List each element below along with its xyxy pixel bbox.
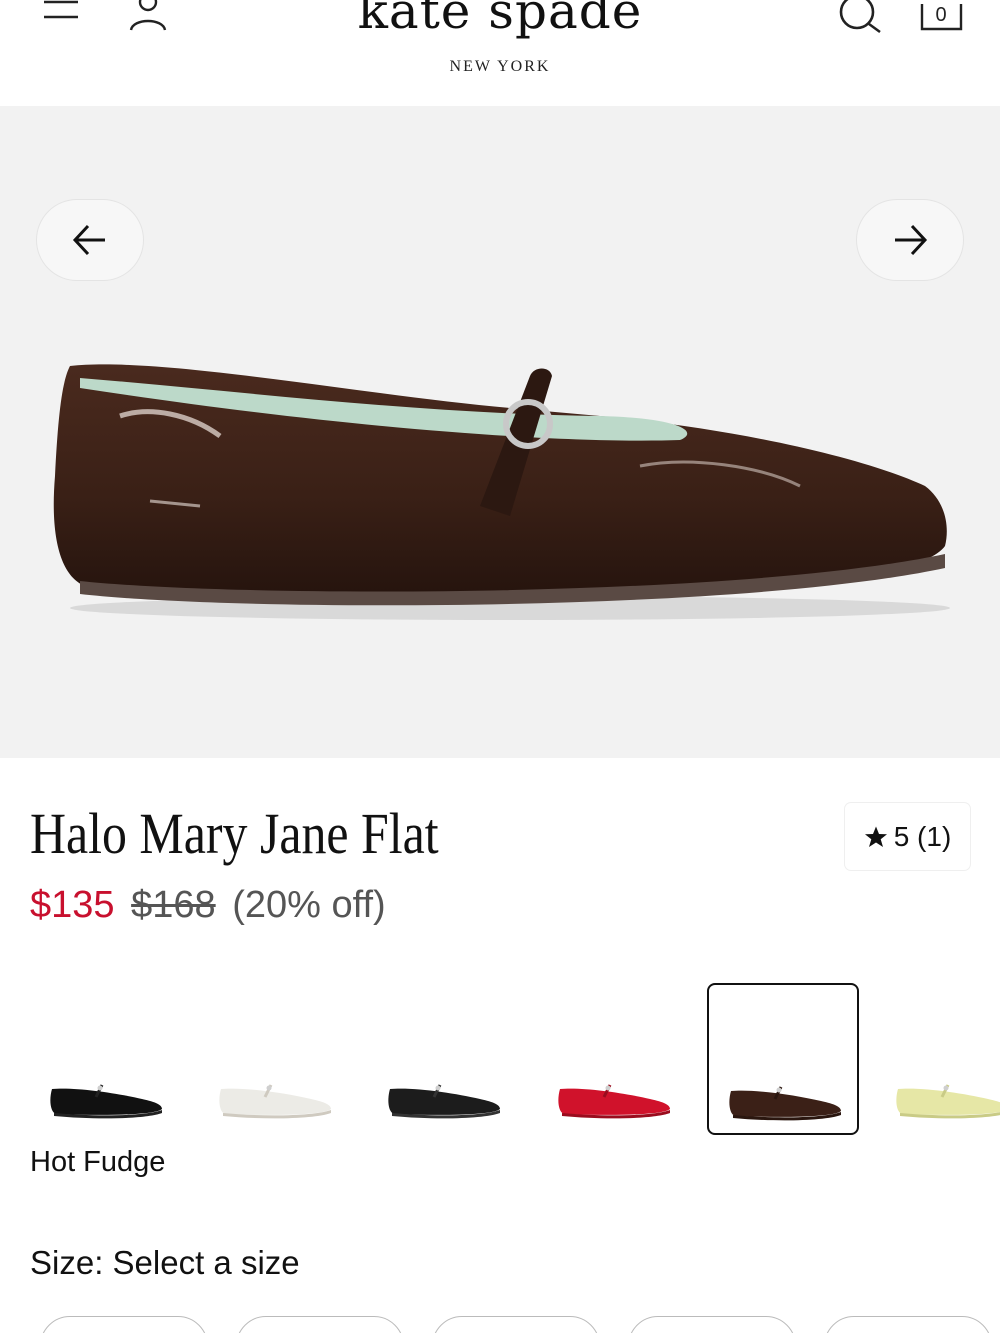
price-row: $135 $168 (20% off)	[30, 884, 386, 927]
shoe-thumbnail	[219, 1084, 331, 1119]
arrow-right-icon	[895, 224, 928, 256]
color-swatch[interactable]	[538, 983, 690, 1135]
size-option[interactable]	[236, 1316, 404, 1333]
menu-icon[interactable]	[40, 0, 82, 22]
shopping-bag-icon[interactable]: 0	[914, 0, 968, 34]
size-option[interactable]	[40, 1316, 208, 1333]
size-option[interactable]	[824, 1316, 992, 1333]
original-price: $168	[131, 884, 216, 926]
account-icon[interactable]	[124, 0, 172, 34]
previous-image-button[interactable]	[36, 199, 144, 281]
arrow-left-icon	[72, 224, 105, 256]
rating-value: 5 (1)	[893, 820, 952, 852]
shoe-thumbnail	[50, 1084, 162, 1119]
color-swatch[interactable]	[368, 983, 520, 1135]
shoe-thumbnail	[558, 1084, 670, 1119]
next-image-button[interactable]	[856, 199, 964, 281]
product-image	[53, 364, 950, 620]
color-swatch[interactable]	[707, 983, 859, 1135]
shoe-thumbnail	[729, 1086, 841, 1121]
shoe-thumbnail	[388, 1084, 500, 1119]
product-gallery[interactable]	[0, 106, 1000, 758]
brand-logo[interactable]: kate spade	[300, 0, 700, 40]
brand-tagline: NEW YORK	[449, 58, 551, 75]
bag-count: 0	[935, 4, 946, 26]
site-header: kate spade NEW YORK 0	[0, 0, 1000, 106]
color-swatch[interactable]	[30, 983, 182, 1135]
shoe-thumbnail	[896, 1084, 1000, 1119]
sale-price: $135	[30, 884, 115, 926]
star-icon	[864, 826, 887, 847]
discount-label: (20% off)	[232, 884, 386, 926]
color-swatch[interactable]	[876, 983, 1000, 1135]
size-label: Size: Select a size	[30, 1244, 300, 1281]
color-swatch[interactable]	[199, 983, 351, 1135]
rating-badge[interactable]: 5 (1)	[845, 803, 970, 870]
size-option[interactable]	[432, 1316, 600, 1333]
product-title: Halo Mary Jane Flat	[30, 801, 439, 866]
search-icon[interactable]	[832, 0, 886, 34]
size-option[interactable]	[628, 1316, 796, 1333]
selected-color-name: Hot Fudge	[30, 1146, 166, 1178]
